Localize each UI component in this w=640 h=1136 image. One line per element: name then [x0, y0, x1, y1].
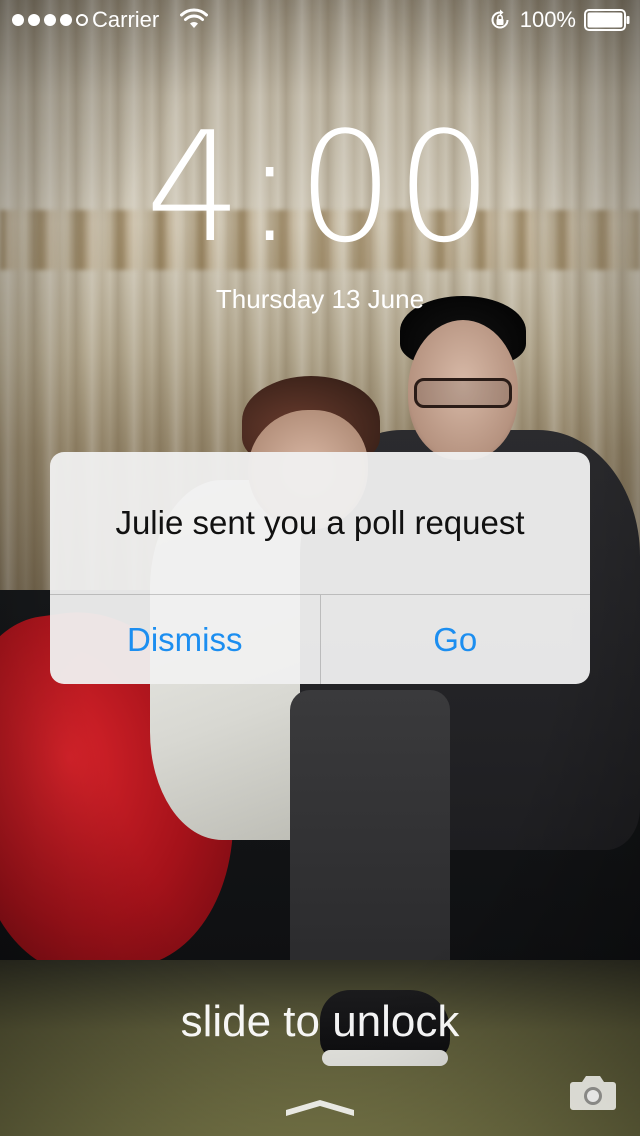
battery-icon	[584, 9, 630, 31]
alert-message: Julie sent you a poll request	[115, 504, 525, 541]
wifi-icon	[180, 8, 208, 28]
signal-dot	[44, 14, 56, 26]
slide-to-unlock-text[interactable]: slide to unlock	[0, 996, 640, 1048]
signal-dot-empty	[76, 14, 88, 26]
status-right: 100%	[488, 0, 630, 40]
signal-dot	[60, 14, 72, 26]
carrier-name: Carrier	[92, 7, 160, 32]
signal-dot	[28, 14, 40, 26]
signal-dot	[12, 14, 24, 26]
notification-alert: Julie sent you a poll request Dismiss Go	[50, 452, 590, 684]
go-button[interactable]: Go	[321, 595, 591, 684]
rotation-lock-icon	[491, 9, 509, 29]
dismiss-button[interactable]: Dismiss	[50, 595, 320, 684]
camera-icon[interactable]	[568, 1072, 618, 1112]
battery-percentage: 100%	[519, 7, 576, 32]
signal-strength	[12, 0, 88, 40]
alert-buttons: Dismiss Go	[50, 595, 590, 684]
lock-screen-time: 4:00	[145, 99, 495, 276]
status-bar: Carrier 100%	[0, 0, 640, 40]
chevron-up-grabber-icon[interactable]	[282, 1094, 358, 1118]
lock-screen-date: Thursday 13 June	[215, 284, 425, 314]
